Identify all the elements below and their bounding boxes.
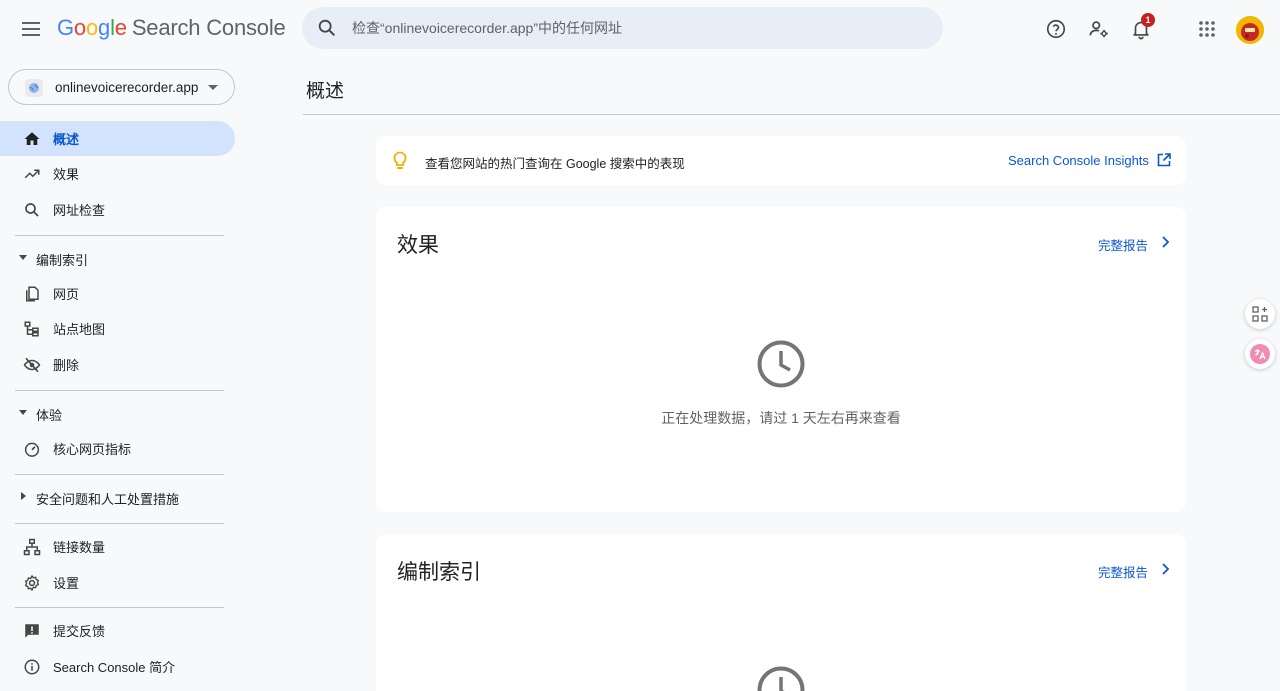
help-button[interactable] [1038, 11, 1074, 47]
property-name: onlinevoicerecorder.app [55, 80, 199, 95]
sidebar-item-url-inspection[interactable]: 网址检查 [0, 192, 235, 227]
links-tree-icon [23, 538, 41, 556]
apps-button[interactable] [1189, 11, 1225, 47]
sidebar-item-feedback[interactable]: 提交反馈 [0, 613, 235, 648]
apps-grid-icon [1199, 21, 1215, 37]
notification-badge: 1 [1141, 13, 1155, 27]
product-name: Search Console [131, 15, 286, 40]
collapse-arrow-icon [19, 410, 27, 415]
top-bar: GoogleSearch Console 1 [0, 0, 1280, 58]
open-in-new-icon[interactable] [1157, 153, 1171, 167]
search-console-insights-link[interactable]: Search Console Insights [1008, 153, 1149, 168]
indexing-card-title: 编制索引 [397, 561, 481, 584]
chevron-right-icon[interactable] [1158, 235, 1172, 249]
chevron-right-icon[interactable] [1158, 562, 1172, 576]
main-menu-button[interactable] [14, 11, 50, 47]
user-gear-icon [1089, 21, 1108, 38]
extension-translate-button[interactable] [1245, 339, 1275, 369]
globe-icon [25, 79, 43, 97]
search-icon [25, 203, 39, 217]
url-inspection-search-bar[interactable] [302, 7, 943, 49]
sidebar-section-security[interactable]: 安全问题和人工处置措施 [0, 482, 235, 512]
info-icon [24, 659, 40, 675]
expand-arrow-icon [21, 492, 26, 500]
property-selector[interactable]: onlinevoicerecorder.app [8, 69, 235, 105]
page-title: 概述 [306, 81, 345, 102]
title-divider [303, 114, 1280, 115]
qr-add-icon [1252, 306, 1268, 322]
hamburger-menu-icon [22, 22, 40, 36]
search-input[interactable] [352, 7, 922, 49]
performance-full-report-link[interactable]: 完整报告 [1098, 235, 1148, 254]
avatar-image [1236, 16, 1264, 44]
sidebar-divider [15, 390, 224, 391]
sidebar-item-links[interactable]: 链接数量 [0, 529, 235, 564]
indexing-full-report-link[interactable]: 完整报告 [1098, 562, 1148, 581]
performance-card-title: 效果 [397, 234, 439, 257]
search-icon [318, 19, 336, 37]
speedometer-icon [24, 442, 40, 457]
pages-icon [26, 286, 39, 302]
sidebar-section-indexing[interactable]: 编制索引 [0, 243, 235, 273]
gear-icon [24, 575, 40, 591]
sidebar-item-settings[interactable]: 设置 [0, 565, 235, 600]
help-icon [1046, 19, 1066, 39]
collapse-arrow-icon [19, 255, 27, 260]
sitemap-icon [24, 321, 39, 337]
sidebar-divider [15, 235, 224, 236]
sidebar-item-about[interactable]: Search Console 简介 [0, 649, 235, 684]
performance-card: 效果 完整报告 正在处理数据，请过 1 天左右再来查看 [376, 207, 1186, 512]
insights-banner: 查看您网站的热门查询在 Google 搜索中的表现 Search Console… [376, 136, 1186, 185]
sidebar-item-core-web-vitals[interactable]: 核心网页指标 [0, 431, 235, 466]
search-console-logo[interactable]: Google Search Console [57, 15, 286, 41]
sidebar-item-removals[interactable]: 删除 [0, 347, 235, 382]
sidebar-item-pages[interactable]: 网页 [0, 276, 235, 311]
clock-icon [757, 340, 805, 388]
trending-up-icon [24, 169, 40, 179]
lightbulb-icon [393, 151, 407, 169]
insights-text: 查看您网站的热门查询在 Google 搜索中的表现 [425, 157, 685, 171]
sidebar-divider [15, 523, 224, 524]
sidebar-section-experience[interactable]: 体验 [0, 398, 235, 428]
translate-icon [1250, 344, 1270, 364]
sidebar-divider [15, 474, 224, 475]
extension-qr-button[interactable] [1245, 299, 1275, 329]
sidebar-divider [15, 607, 224, 608]
user-settings-button[interactable] [1081, 11, 1117, 47]
sidebar-item-overview[interactable]: 概述 [0, 121, 235, 156]
visibility-off-icon [23, 357, 41, 373]
dropdown-caret-icon [208, 85, 218, 90]
processing-status-text: 正在处理数据，请过 1 天左右再来查看 [661, 410, 901, 426]
clock-icon [757, 666, 805, 691]
sidebar-item-sitemaps[interactable]: 站点地图 [0, 311, 235, 346]
home-icon [24, 132, 40, 145]
feedback-icon [25, 624, 39, 638]
account-avatar[interactable] [1236, 16, 1264, 44]
indexing-card: 编制索引 完整报告 [376, 534, 1186, 691]
sidebar-item-performance[interactable]: 效果 [0, 156, 235, 191]
